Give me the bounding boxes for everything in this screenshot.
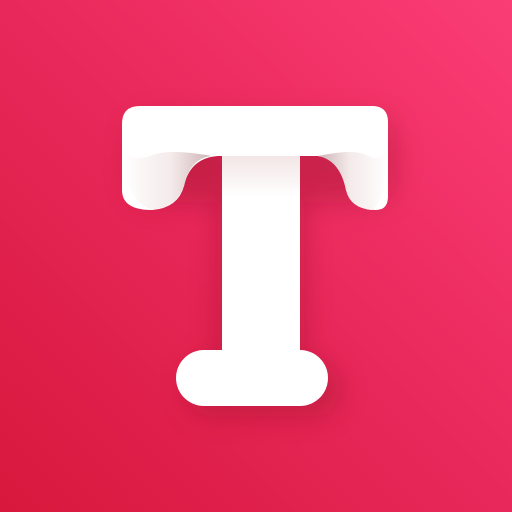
app-icon	[0, 0, 512, 512]
letter-t-logo	[0, 0, 512, 512]
t-stem	[222, 156, 300, 364]
t-base	[176, 350, 328, 406]
